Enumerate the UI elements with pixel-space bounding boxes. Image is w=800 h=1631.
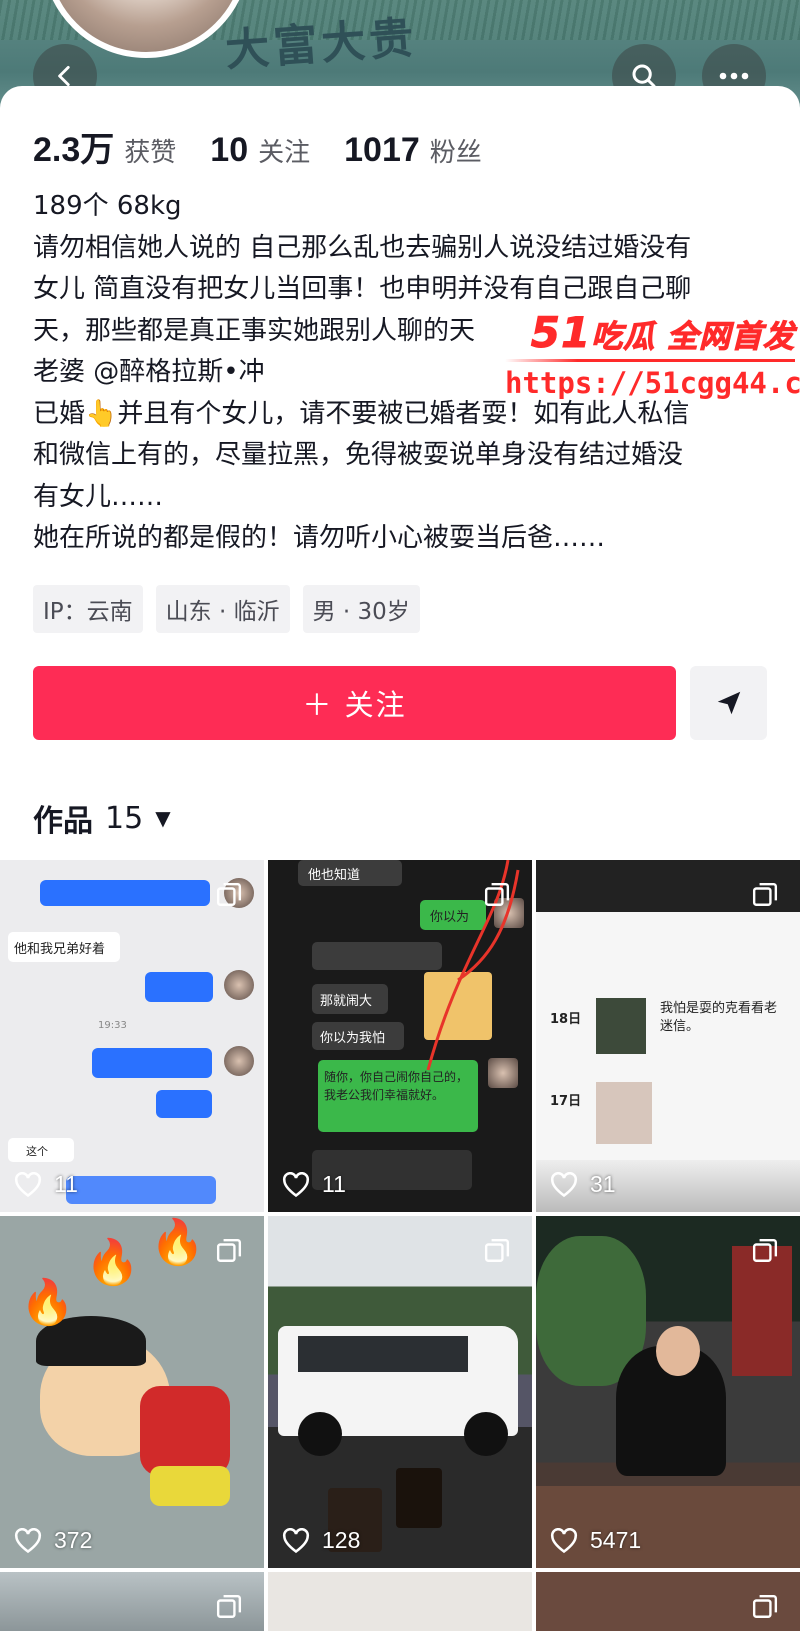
post-thumb [596,1082,652,1144]
chat-text: 他和我兄弟好着 [14,942,106,957]
like-count: 128 [282,1527,360,1554]
work-tile[interactable]: 128 [268,1216,532,1568]
post-thumb [596,998,646,1054]
works-count: 15 [105,800,144,836]
gender-age-tag: 男 · 30岁 [302,585,420,633]
watermark-rule [505,359,795,362]
follow-button[interactable]: ＋ 关注 [33,666,676,740]
bio-line: 189个 68kg [33,191,182,221]
location-tag: 山东 · 临沂 [155,585,290,633]
like-count-value: 372 [54,1527,93,1553]
coffee-cup [396,1468,442,1528]
like-count: 11 [14,1171,78,1198]
multi-image-icon [752,1594,778,1618]
share-button[interactable] [690,666,767,740]
car-wheel [298,1412,342,1456]
multi-image-icon [216,882,242,906]
multi-image-icon [484,1238,510,1262]
street-sign [732,1246,792,1376]
heart-icon [282,1527,310,1553]
followers-label[interactable]: 粉丝 [430,132,482,169]
heart-icon [14,1171,42,1197]
work-tile[interactable]: 他和我兄弟好着 19:33 这个 11 [0,860,264,1212]
profile-tags: IP：云南 山东 · 临沂 男 · 30岁 [33,585,420,633]
chat-text: 那就闹大 [320,994,373,1009]
like-count-value: 11 [54,1171,78,1197]
work-tile[interactable]: 5471 [536,1216,800,1568]
like-count-value: 128 [322,1527,361,1553]
multi-image-icon [216,1238,242,1262]
post-text: 我怕是耍的克看看老迷信。 [660,1001,778,1034]
chat-bubble [40,880,210,906]
chat-text: 他也知道 [308,868,361,883]
heart-icon [550,1527,578,1553]
like-count-value: 31 [590,1171,616,1197]
watermark-title-text: 吃瓜 全网首发 [591,319,795,356]
chat-avatar [224,970,254,1000]
multi-image-icon [484,882,510,906]
multi-image-icon [216,1594,242,1618]
watermark-number: 51 [530,308,592,358]
like-count: 372 [14,1527,92,1554]
work-tile[interactable] [536,1572,800,1631]
watermark: 51吃瓜 全网首发 https://51cgg44.com [505,308,800,400]
more-icon [719,72,749,80]
chat-time: 19:33 [98,1020,127,1031]
fire-emoji: 🔥 [85,1237,140,1288]
bio-line: 有女儿…… [33,481,164,512]
car-window [298,1336,468,1372]
post-date: 17日 [550,1094,582,1109]
likes-label: 获赞 [124,137,177,167]
like-count-value: 11 [322,1171,346,1197]
car-wheel [464,1412,508,1456]
bio-line: 女儿 简直没有把女儿当回事！也申明并没有自己跟自己聊 [33,274,692,304]
bio-line: 和微信上有的，尽量拉黑，免得被耍说单身没有结过婚没 [33,440,684,470]
cartoon-shorts [150,1466,230,1506]
chat-bubble [92,1048,212,1078]
work-tile[interactable]: 他也知道 你以为 那就闹大 你以为我怕 随你，你自己闹你自己的，我老公我们幸福就… [268,860,532,1212]
heart-icon [550,1171,578,1197]
ip-tag: IP：云南 [33,585,143,633]
bio-line: 她在所说的都是假的！请勿听小心被耍当后爸…… [33,523,606,553]
banner-text: 大富大贵 [223,12,419,77]
post-date: 18日 [550,1012,582,1027]
heart-icon [282,1171,310,1197]
fire-emoji: 🔥 [150,1217,205,1268]
work-tile[interactable]: 🔥 🔥 🔥 372 [0,1216,264,1568]
person-head [656,1326,700,1376]
chat-bubble [156,1090,212,1118]
work-tile[interactable] [268,1572,532,1631]
work-tile[interactable] [0,1572,264,1631]
multi-image-icon [752,1238,778,1262]
watermark-url: https://51cgg44.com [505,366,800,400]
following-count[interactable]: 10 [210,131,248,170]
like-count: 11 [282,1171,346,1198]
watermark-title: 51吃瓜 全网首发 [505,308,795,358]
chat-avatar [224,1046,254,1076]
works-tab[interactable]: 作品 15 ▼ [33,796,171,840]
likes-count: 2.3万 [33,131,115,169]
multi-image-icon [752,882,778,906]
like-count: 5471 [550,1527,641,1554]
works-label: 作品 [33,804,93,839]
profile-stats: 2.3万 获赞 10 关注 1017 粉丝 [33,122,516,171]
heart-icon [14,1527,42,1553]
chat-text: 这个 [26,1145,48,1158]
like-count-value: 5471 [590,1527,642,1553]
followers-count[interactable]: 1017 [344,131,420,170]
chat-text: 你以为我怕 [320,1031,386,1046]
caret-down-icon: ▼ [155,806,171,830]
like-count: 31 [550,1171,616,1198]
fire-emoji: 🔥 [20,1277,75,1328]
work-tile[interactable]: 18日 我怕是耍的克看看老迷信。 17日 31 [536,860,800,1212]
send-icon [717,691,740,715]
bio-line: 请勿相信她人说的 自己那么乱也去骗别人说没结过婚没有 [33,232,692,263]
chat-bubble [66,1176,216,1204]
chat-bubble [145,972,213,1002]
following-label[interactable]: 关注 [258,132,310,169]
cartoon-shirt [140,1386,230,1476]
